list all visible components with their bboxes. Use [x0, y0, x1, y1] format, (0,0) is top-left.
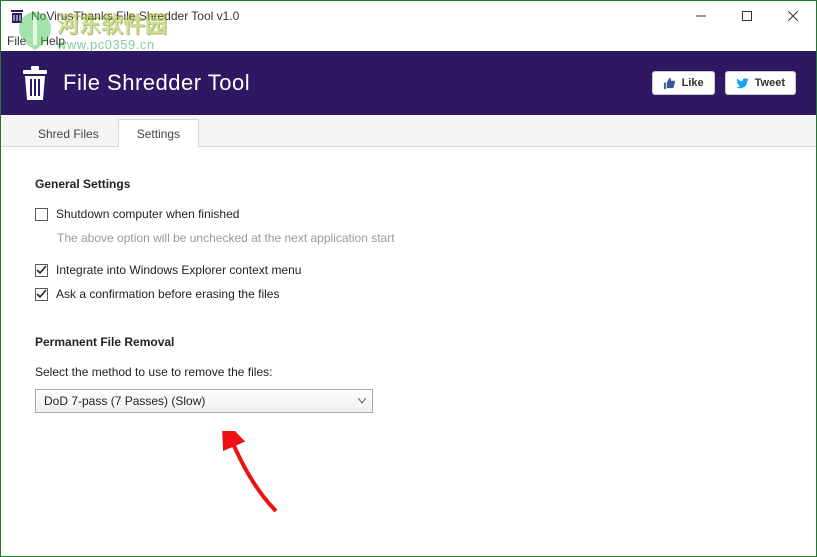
window-title: NoVirusThanks File Shredder Tool v1.0 [31, 9, 678, 23]
removal-heading: Permanent File Removal [35, 335, 782, 349]
method-prompt: Select the method to use to remove the f… [35, 365, 782, 379]
integrate-label: Integrate into Windows Explorer context … [56, 263, 301, 277]
settings-panel: General Settings Shutdown computer when … [1, 147, 816, 443]
shutdown-hint: The above option will be unchecked at th… [57, 231, 782, 245]
like-button[interactable]: Like [652, 71, 715, 95]
checkmark-icon [36, 265, 47, 276]
twitter-icon [736, 77, 749, 90]
shutdown-label: Shutdown computer when finished [56, 207, 239, 221]
window-controls [678, 1, 816, 31]
like-label: Like [682, 77, 704, 89]
method-selected-value: DoD 7-pass (7 Passes) (Slow) [44, 394, 205, 408]
general-settings-heading: General Settings [35, 177, 782, 191]
tab-settings[interactable]: Settings [118, 119, 199, 147]
minimize-button[interactable] [678, 1, 724, 30]
titlebar: NoVirusThanks File Shredder Tool v1.0 [1, 1, 816, 31]
maximize-button[interactable] [724, 1, 770, 30]
tweet-label: Tweet [755, 77, 785, 89]
thumb-up-icon [663, 77, 676, 90]
chevron-down-icon [358, 398, 366, 404]
confirm-label: Ask a confirmation before erasing the fi… [56, 287, 279, 301]
menubar: File Help [1, 31, 816, 51]
integrate-checkbox[interactable] [35, 264, 48, 277]
method-dropdown[interactable]: DoD 7-pass (7 Passes) (Slow) [35, 389, 373, 413]
tab-shred-files[interactable]: Shred Files [19, 119, 118, 147]
app-icon [9, 8, 25, 24]
menu-help[interactable]: Help [40, 34, 65, 48]
confirm-checkbox[interactable] [35, 288, 48, 301]
menu-file[interactable]: File [7, 34, 26, 48]
hero-title: File Shredder Tool [63, 70, 250, 96]
tweet-button[interactable]: Tweet [725, 71, 796, 95]
close-button[interactable] [770, 1, 816, 30]
checkmark-icon [36, 289, 47, 300]
trash-icon [21, 66, 49, 100]
hero-banner: File Shredder Tool Like Tweet [1, 51, 816, 115]
shutdown-checkbox[interactable] [35, 208, 48, 221]
tabbar: Shred Files Settings [1, 115, 816, 147]
annotation-arrow [221, 431, 291, 521]
